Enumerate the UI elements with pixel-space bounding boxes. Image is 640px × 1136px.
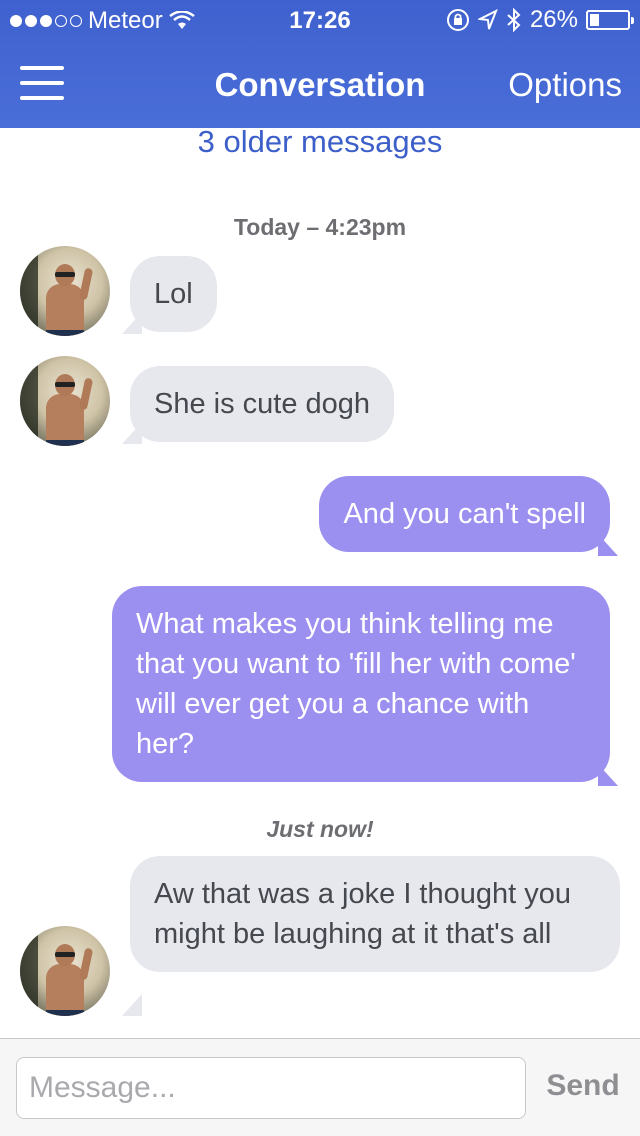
outgoing-message[interactable]: And you can't spell: [319, 476, 610, 552]
incoming-message[interactable]: Lol: [130, 256, 217, 332]
bluetooth-icon: [507, 8, 521, 32]
status-bar: Meteor 17:26 26%: [0, 0, 640, 40]
incoming-message[interactable]: Aw that was a joke I thought you might b…: [130, 856, 620, 972]
navigation-bar: Conversation Options: [0, 40, 640, 128]
timestamp-today: Today – 4:23pm: [233, 214, 407, 240]
battery-icon: [586, 10, 634, 30]
send-button[interactable]: Send: [538, 1069, 628, 1103]
avatar[interactable]: [20, 246, 110, 336]
battery-percent: 26%: [529, 6, 578, 33]
outgoing-message[interactable]: What makes you think telling me that you…: [112, 586, 610, 782]
bubble-tail: [122, 994, 142, 1016]
avatar[interactable]: [20, 356, 110, 446]
timestamp-just-now: Just now!: [266, 816, 374, 842]
options-button[interactable]: Options: [508, 66, 622, 104]
message-composer: Send: [0, 1038, 640, 1136]
older-messages-link[interactable]: 3 older messages: [0, 124, 640, 160]
message-input[interactable]: [16, 1057, 526, 1119]
incoming-message[interactable]: She is cute dogh: [130, 366, 395, 442]
location-arrow-icon: [477, 9, 498, 30]
app-header: Meteor 17:26 26% Conversation Options: [0, 0, 640, 128]
status-indicators: 26%: [446, 6, 634, 34]
rotation-lock-icon: [446, 9, 469, 31]
avatar[interactable]: [20, 926, 110, 1016]
